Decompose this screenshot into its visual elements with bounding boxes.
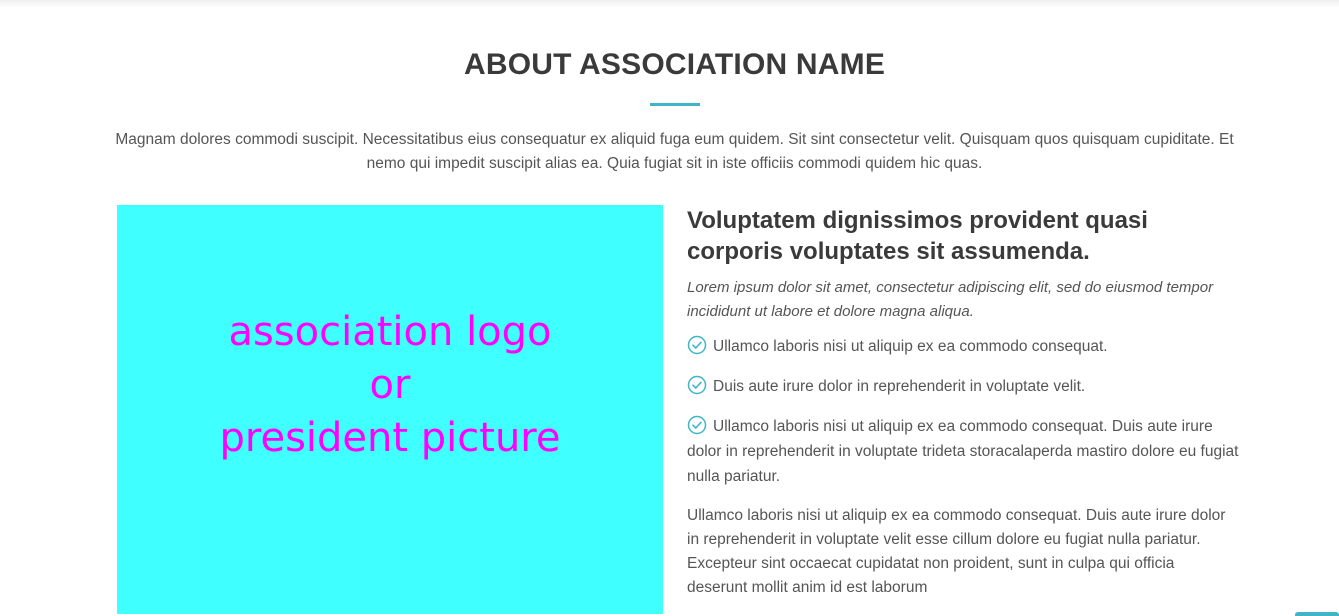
checklist-item-text: Ullamco laboris nisi ut aliquip ex ea co… [713, 338, 1108, 355]
checklist-item: Ullamco laboris nisi ut aliquip ex ea co… [687, 334, 1239, 359]
image-placeholder: association logo or president picture [117, 205, 663, 614]
checklist-item: Duis aute irure dolor in reprehenderit i… [687, 374, 1239, 399]
image-placeholder-text: association logo or president picture [219, 309, 561, 461]
check-circle-icon [687, 415, 707, 435]
content-paragraph: Ullamco laboris nisi ut aliquip ex ea co… [687, 507, 1226, 596]
back-to-top-button[interactable] [1295, 612, 1339, 616]
section-title: ABOUT ASSOCIATION NAME [463, 48, 886, 81]
checklist-item-text: Ullamco laboris nisi ut aliquip ex ea co… [687, 418, 1239, 485]
header-shadow [0, 0, 1339, 8]
title-underline [650, 103, 700, 106]
checklist-item-text: Duis aute irure dolor in reprehenderit i… [713, 378, 1086, 395]
check-circle-icon [687, 335, 707, 355]
content-heading: Voluptatem dignissimos provident quasi c… [687, 207, 1148, 265]
content-lead: Lorem ipsum dolor sit amet, consectetur … [687, 279, 1214, 320]
checklist: Ullamco laboris nisi ut aliquip ex ea co… [687, 334, 1239, 489]
checklist-item: Ullamco laboris nisi ut aliquip ex ea co… [687, 414, 1239, 489]
section-intro: Magnam dolores commodi suscipit. Necessi… [115, 131, 1234, 172]
check-circle-icon [687, 375, 707, 395]
about-content: Voluptatem dignissimos provident quasi c… [687, 205, 1239, 600]
